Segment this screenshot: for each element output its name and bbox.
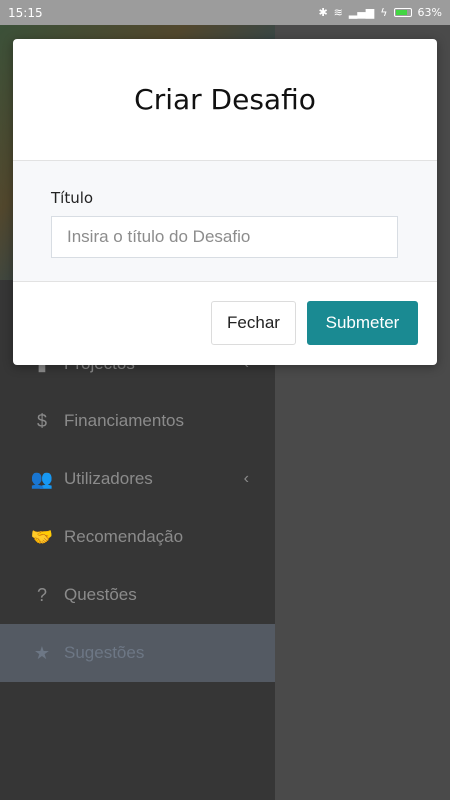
close-button[interactable]: Fechar xyxy=(211,301,296,345)
users-icon: 👥 xyxy=(30,468,54,489)
menu-item-sugestoes[interactable]: ★ Sugestões xyxy=(0,624,275,682)
handshake-icon: 🤝 xyxy=(30,526,54,547)
battery-icon xyxy=(393,8,412,17)
status-bar: 15:15 ✱ ≋ ▂▄▆ ϟ 63% xyxy=(0,0,450,25)
title-input[interactable] xyxy=(51,216,398,258)
bluetooth-icon: ✱ xyxy=(318,6,328,19)
battery-level: 63% xyxy=(417,6,442,19)
menu-item-questoes[interactable]: ? Questões xyxy=(0,566,275,624)
title-field-label: Título xyxy=(51,189,94,207)
menu-item-label: Financiamentos xyxy=(64,411,185,430)
charging-icon: ϟ xyxy=(380,6,388,19)
menu-item-label: Recomendação xyxy=(64,527,184,546)
menu-item-financiamentos[interactable]: $ Financiamentos xyxy=(0,392,275,450)
question-icon: ? xyxy=(36,584,47,605)
menu-item-label: Sugestões xyxy=(64,643,145,662)
submit-button[interactable]: Submeter xyxy=(307,301,418,345)
dialog-body: Título xyxy=(13,161,437,282)
menu-item-label: Utilizadores xyxy=(64,469,153,488)
dialog-header: Criar Desafio xyxy=(13,39,437,161)
wifi-icon: ≋ xyxy=(333,6,343,19)
menu-item-utilizadores[interactable]: 👥 Utilizadores ‹ xyxy=(0,450,275,508)
menu-item-label: Questões xyxy=(64,585,137,604)
dollar-icon: $ xyxy=(36,410,47,431)
star-icon: ★ xyxy=(33,642,51,663)
signal-icon: ▂▄▆ xyxy=(348,6,375,19)
status-time: 15:15 xyxy=(8,5,43,20)
dialog-footer: Fechar Submeter xyxy=(13,282,437,364)
menu-item-recomendacao[interactable]: 🤝 Recomendação xyxy=(0,508,275,566)
chevron-left-icon: ‹ xyxy=(243,470,249,487)
dialog-title: Criar Desafio xyxy=(134,83,316,116)
status-icons: ✱ ≋ ▂▄▆ ϟ 63% xyxy=(318,6,442,19)
create-challenge-dialog: Criar Desafio Título Fechar Submeter xyxy=(13,39,437,365)
